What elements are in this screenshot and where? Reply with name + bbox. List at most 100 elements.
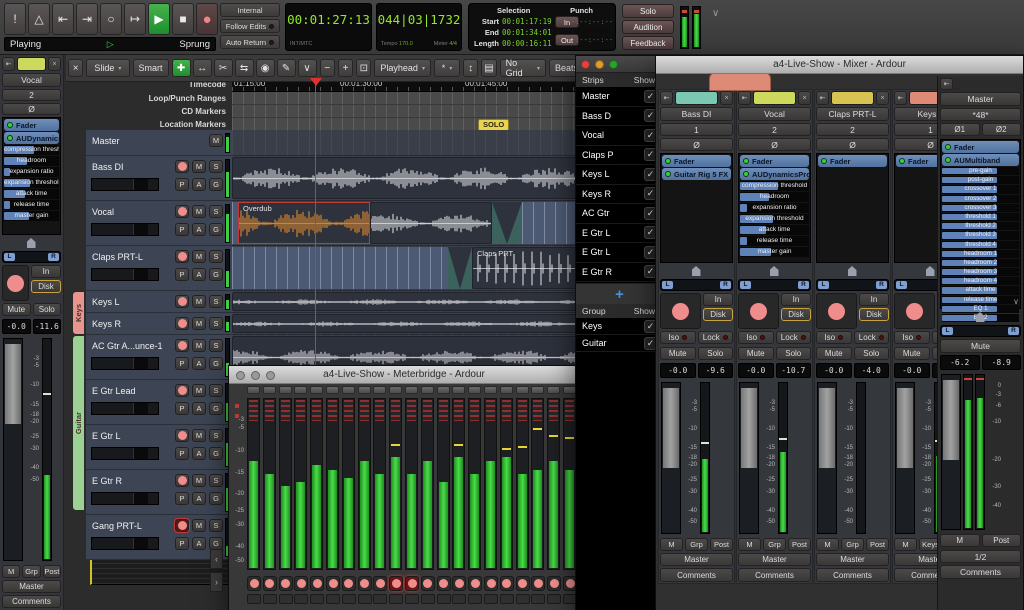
track-group-button[interactable]: G	[209, 178, 223, 191]
plugin-control-headroom-1[interactable]: headroom 1	[942, 249, 1019, 258]
processor-plugin[interactable]: Guitar Rig 5 FX	[662, 168, 731, 180]
strip-name-button[interactable]: Claps PRT-L	[816, 107, 889, 121]
play-range-button[interactable]: ↦	[124, 3, 146, 35]
processor-fader[interactable]: Fader	[4, 119, 59, 131]
bridge-rec-button[interactable]	[326, 576, 340, 591]
close-window-icon[interactable]	[581, 60, 590, 69]
output-button[interactable]: 1/2	[940, 550, 1021, 563]
phase-1-button[interactable]: Ø1	[940, 123, 980, 136]
bridge-mute-button[interactable]	[278, 594, 293, 604]
comments-button[interactable]: Comments	[940, 565, 1021, 579]
bridge-rec-button[interactable]	[405, 576, 419, 591]
location-markers-ruler[interactable]: SOLO	[232, 118, 586, 130]
pan-control[interactable]	[940, 311, 1021, 323]
narrow-strip-icon[interactable]: ⇤	[738, 91, 751, 105]
region-claps[interactable]: Claps PRT	[472, 247, 586, 289]
bridge-rec-button[interactable]	[531, 576, 546, 591]
playhead-marker[interactable]	[310, 78, 322, 86]
pan-control[interactable]	[816, 265, 889, 277]
plugin-control-headroom[interactable]: headroom	[740, 192, 809, 202]
track-header-master[interactable]: Master M	[86, 130, 232, 156]
bridge-mute-button[interactable]	[389, 594, 404, 604]
gain-display[interactable]: -0.0	[816, 363, 852, 378]
narrow-strip-icon[interactable]: ⇤	[816, 91, 829, 105]
track-automation-button[interactable]: A	[192, 492, 206, 505]
group-list-item-guitar[interactable]: Guitar ✓	[576, 335, 663, 352]
track-header-keys-l[interactable]: Keys L MS	[86, 291, 232, 313]
track-lane-master[interactable]	[232, 130, 586, 156]
bridge-mute-button[interactable]	[341, 594, 356, 604]
scroll-prev-button[interactable]: ‹	[210, 549, 223, 569]
region[interactable]	[370, 202, 492, 244]
region[interactable]	[232, 314, 584, 333]
track-header-bass-di[interactable]: Bass DI M S P A G	[86, 156, 232, 201]
plugin-control-compression-threshold[interactable]: compression threshold	[740, 181, 809, 191]
track-header-e-gtr-lead[interactable]: E Gtr Lead M S P A G	[86, 380, 232, 425]
track-solo-button[interactable]: S	[209, 250, 223, 263]
meter-strip-button[interactable]	[357, 386, 371, 394]
peak-display[interactable]: -8.9	[981, 355, 1021, 370]
bridge-mute-button[interactable]	[247, 594, 261, 604]
bridge-rec-button[interactable]	[436, 576, 451, 591]
track-solo-button[interactable]: S	[209, 339, 223, 352]
bridge-mute-button[interactable]	[452, 594, 467, 604]
bridge-rec-button[interactable]	[515, 576, 530, 591]
meter-strip-button[interactable]	[484, 386, 497, 394]
track-mute-button[interactable]: M	[192, 295, 206, 308]
processor-plugin[interactable]: AUDynamicsPro	[4, 132, 59, 144]
bridge-mute-button[interactable]	[357, 594, 372, 604]
plugin-control-crossover-2[interactable]: crossover 2	[942, 194, 1019, 203]
m-button[interactable]: M	[940, 534, 980, 547]
goto-start-button[interactable]: ⇤	[52, 3, 74, 35]
track-gain-slider[interactable]	[91, 447, 159, 460]
track-header-vocal[interactable]: Vocal M S P A G	[86, 201, 232, 246]
track-lane-keys-l[interactable]	[232, 291, 586, 313]
gain-fader[interactable]	[941, 374, 961, 530]
minimize-window-icon[interactable]	[251, 371, 260, 380]
plugin-control-master-gain[interactable]: master gain	[740, 247, 809, 257]
strip-io-button[interactable]: 2	[2, 89, 61, 101]
track-mute-button[interactable]: M	[192, 317, 206, 330]
bridge-mute-button[interactable]	[326, 594, 340, 604]
post-button[interactable]: Post	[788, 538, 811, 551]
mute-button[interactable]: Mute	[2, 303, 31, 316]
plugin-control-threshold-4[interactable]: threshold 4	[942, 240, 1019, 249]
processor-plugin[interactable]: AUMultiband	[942, 154, 1019, 166]
mute-button[interactable]: Mute	[940, 339, 1021, 353]
bridge-rec-button[interactable]	[420, 576, 435, 591]
track-header-keys-r[interactable]: Keys R MS	[86, 313, 232, 335]
narrow-strip-icon[interactable]: ⇤	[894, 91, 907, 105]
track-playlist-button[interactable]: P	[175, 537, 189, 550]
toolbar-overflow-chevron[interactable]: ∨	[712, 8, 719, 19]
close-strip-icon[interactable]: ×	[68, 59, 84, 77]
meter-strip-button[interactable]	[436, 386, 450, 394]
track-playlist-button[interactable]: P	[175, 178, 189, 191]
track-rec-button[interactable]	[175, 317, 189, 330]
record-arm-button[interactable]	[2, 265, 29, 301]
region[interactable]	[232, 157, 584, 199]
region[interactable]	[232, 292, 584, 311]
group-tab-guitar[interactable]: Guitar	[72, 335, 85, 511]
m-button[interactable]: M	[816, 538, 839, 551]
gain-display[interactable]: -0.0	[894, 363, 930, 378]
narrow-strip-icon[interactable]: ⇤	[940, 78, 953, 90]
plugin-control-expansion-ratio[interactable]: expansion ratio	[4, 167, 59, 177]
track-mute-button[interactable]: M	[192, 519, 206, 532]
track-header-ac-gtr-a-unce-1[interactable]: AC Gtr A...unce-1 M S P A G	[86, 335, 232, 380]
peak-display[interactable]: -4.0	[853, 363, 889, 378]
track-mute-button[interactable]: M	[192, 250, 206, 263]
track-solo-button[interactable]: S	[209, 317, 223, 330]
bridge-mute-button[interactable]	[310, 594, 325, 604]
bridge-mute-button[interactable]	[436, 594, 451, 604]
processor-plugin[interactable]: AUDynamicsPro	[740, 168, 809, 180]
strip-list-item-claps-p[interactable]: Claps P ✓	[576, 146, 663, 165]
strip-phase-button[interactable]: Ø	[816, 138, 889, 151]
track-solo-button[interactable]: S	[209, 160, 223, 173]
bridge-mute-button[interactable]	[420, 594, 435, 604]
output-button[interactable]: Master	[738, 553, 811, 566]
bridge-mute-button[interactable]	[547, 594, 562, 604]
monitor-input-button[interactable]: In	[703, 293, 733, 306]
record-arm-button[interactable]	[894, 293, 935, 329]
solo-button[interactable]: Solo	[697, 347, 733, 360]
track-rec-button[interactable]	[175, 384, 189, 397]
